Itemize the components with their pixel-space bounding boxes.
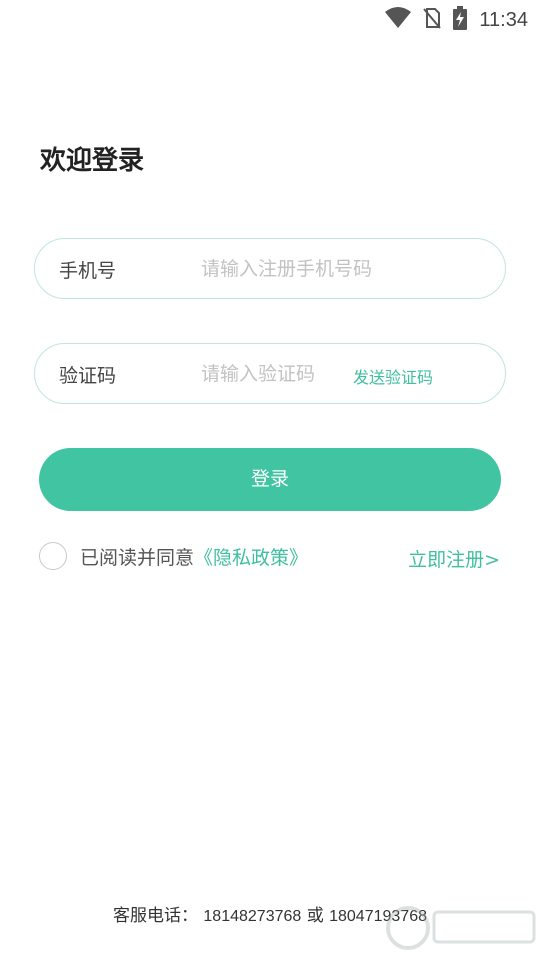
no-sim-icon [423, 7, 442, 33]
phone-field-label: 手机号 [59, 260, 117, 282]
verification-code-input[interactable] [201, 359, 341, 389]
wifi-icon [385, 7, 412, 33]
agreement-text: 已阅读并同意 [80, 546, 195, 569]
page-title: 欢迎登录 [40, 146, 145, 176]
verification-code-field: 验证码 发送验证码 [34, 343, 506, 404]
phone-input[interactable] [201, 254, 461, 284]
footer-or: 或 [306, 906, 324, 926]
customer-service-phone-2[interactable]: 18047193768 [329, 908, 427, 925]
code-field-label: 验证码 [59, 365, 117, 387]
register-link[interactable]: 立即注册> [408, 545, 500, 572]
battery-charging-icon [453, 6, 468, 34]
status-time: 11:34 [479, 8, 528, 31]
customer-service-info: 客服电话： 18148273768 或 18047193768 [0, 901, 540, 926]
login-button[interactable]: 登录 [39, 448, 501, 511]
customer-service-label: 客服电话： [113, 906, 198, 926]
agreement-row: 已阅读并同意 《隐私政策》 [39, 541, 308, 571]
privacy-policy-link[interactable]: 《隐私政策》 [194, 543, 308, 570]
agreement-checkbox[interactable] [39, 542, 67, 570]
phone-field: 手机号 [34, 238, 506, 299]
send-code-button[interactable]: 发送验证码 [353, 364, 433, 388]
status-icons: 11:34 [385, 6, 528, 34]
customer-service-phone-1[interactable]: 18148273768 [203, 908, 301, 925]
status-bar: 11:34 [0, 0, 540, 36]
